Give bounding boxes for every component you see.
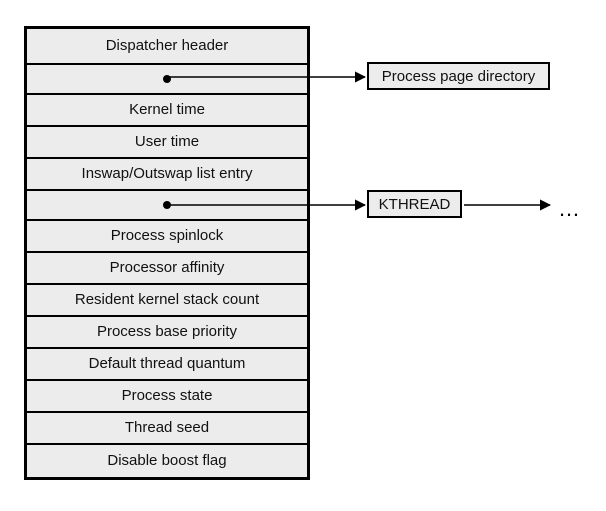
field-label: Inswap/Outswap list entry: [82, 165, 253, 183]
field-disable-boost: Disable boost flag: [27, 445, 307, 477]
field-processor-affinity: Processor affinity: [27, 253, 307, 285]
pointer-dot-icon: [163, 201, 171, 209]
field-process-spinlock: Process spinlock: [27, 221, 307, 253]
process-page-directory-box: Process page directory: [367, 62, 550, 90]
field-label: Dispatcher header: [106, 37, 229, 55]
field-label: Kernel time: [129, 101, 205, 119]
field-swap-list-entry: Inswap/Outswap list entry: [27, 159, 307, 191]
field-kthread-pointer: [27, 191, 307, 221]
field-base-priority: Process base priority: [27, 317, 307, 349]
pointer-dot-icon: [163, 75, 171, 83]
field-user-time: User time: [27, 127, 307, 159]
field-page-directory-pointer: [27, 65, 307, 95]
field-label: Thread seed: [125, 419, 209, 437]
field-label: Process state: [122, 387, 213, 405]
field-dispatcher-header: Dispatcher header: [27, 29, 307, 65]
field-thread-seed: Thread seed: [27, 413, 307, 445]
field-label: Default thread quantum: [89, 355, 246, 373]
field-label: Process base priority: [97, 323, 237, 341]
field-label: User time: [135, 133, 199, 151]
field-label: Process spinlock: [111, 227, 224, 245]
field-resident-stack-count: Resident kernel stack count: [27, 285, 307, 317]
external-label: Process page directory: [382, 68, 535, 85]
ellipsis-icon: …: [558, 196, 583, 222]
field-thread-quantum: Default thread quantum: [27, 349, 307, 381]
field-label: Processor affinity: [110, 259, 225, 277]
diagram-canvas: Dispatcher header Kernel time User time …: [0, 0, 606, 511]
field-label: Resident kernel stack count: [75, 291, 259, 309]
external-label: KTHREAD: [379, 196, 451, 213]
field-process-state: Process state: [27, 381, 307, 413]
kthread-box: KTHREAD: [367, 190, 462, 218]
field-label: Disable boost flag: [107, 452, 226, 470]
kprocess-block: Dispatcher header Kernel time User time …: [24, 26, 310, 480]
field-kernel-time: Kernel time: [27, 95, 307, 127]
